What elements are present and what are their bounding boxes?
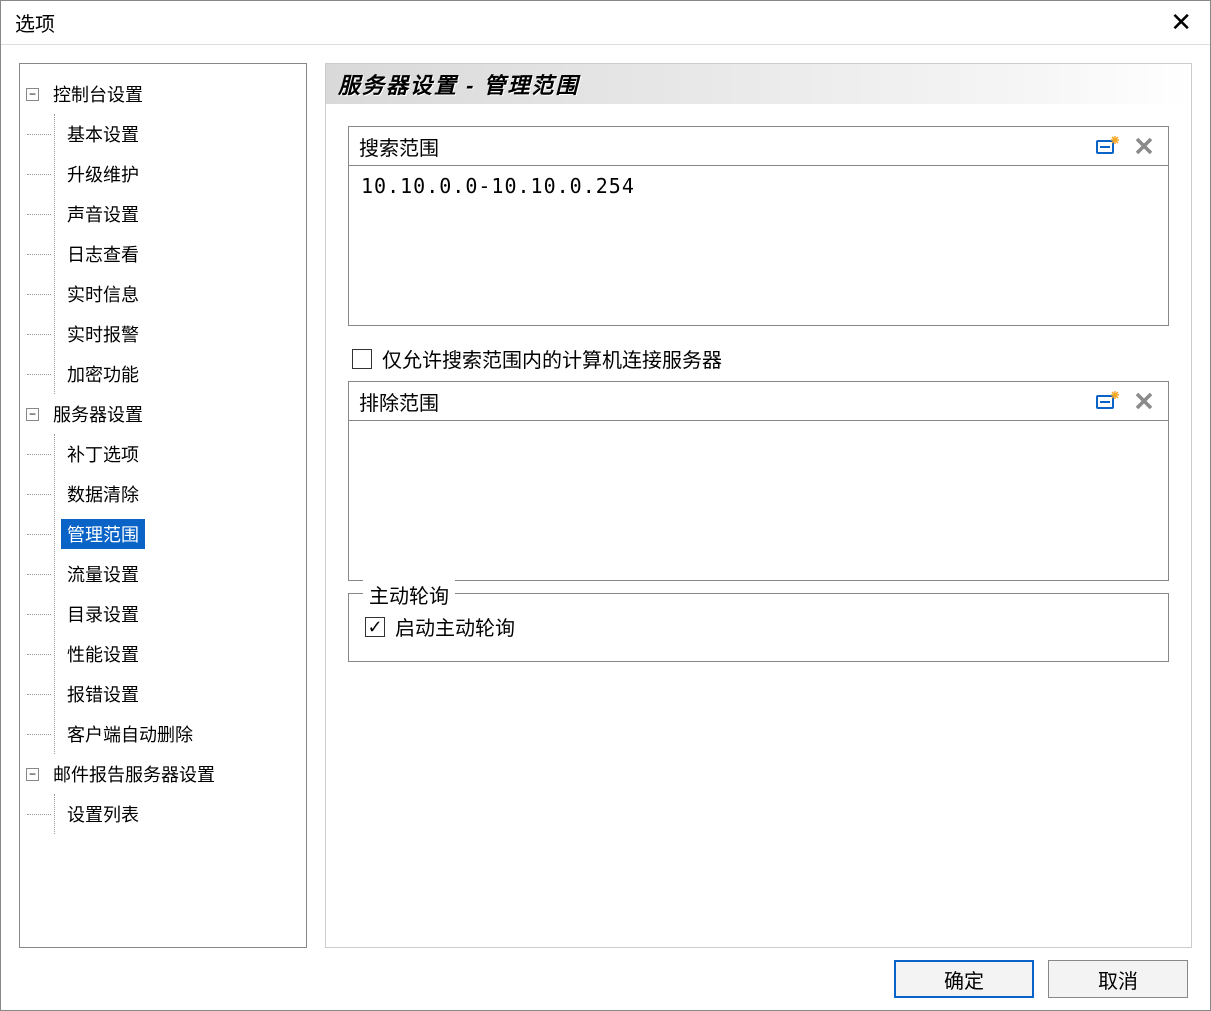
tree-item[interactable]: 客户端自动删除 — [55, 714, 300, 754]
tree-item[interactable]: 报错设置 — [55, 674, 300, 714]
tree-item[interactable]: 补丁选项 — [55, 434, 300, 474]
nav-tree: −控制台设置基本设置升级维护声音设置日志查看实时信息实时报警加密功能−服务器设置… — [19, 63, 307, 948]
options-window: 选项 ✕ −控制台设置基本设置升级维护声音设置日志查看实时信息实时报警加密功能−… — [0, 0, 1211, 1011]
search-scope-header: 搜索范围 — [348, 126, 1169, 166]
titlebar: 选项 ✕ — [1, 1, 1210, 45]
tree-item[interactable]: 目录设置 — [55, 594, 300, 634]
tree-item-label[interactable]: 报错设置 — [61, 679, 145, 709]
tree-item-label[interactable]: 补丁选项 — [61, 439, 145, 469]
tree-item-label[interactable]: 实时报警 — [61, 319, 145, 349]
list-item[interactable]: 10.10.0.0-10.10.0.254 — [361, 174, 1156, 198]
polling-legend: 主动轮询 — [363, 580, 455, 609]
tree-group[interactable]: −控制台设置 — [26, 74, 300, 114]
tree-group[interactable]: −邮件报告服务器设置 — [26, 754, 300, 794]
tree-group[interactable]: −服务器设置 — [26, 394, 300, 434]
tree-item-label[interactable]: 声音设置 — [61, 199, 145, 229]
tree-item-label[interactable]: 目录设置 — [61, 599, 145, 629]
tree-item[interactable]: 升级维护 — [55, 154, 300, 194]
collapse-icon[interactable]: − — [26, 408, 39, 421]
tree-item[interactable]: 性能设置 — [55, 634, 300, 674]
add-exclude-icon[interactable] — [1094, 387, 1122, 415]
tree-item-label[interactable]: 加密功能 — [61, 359, 145, 389]
remove-scope-icon[interactable] — [1130, 132, 1158, 160]
search-scope-label: 搜索范围 — [359, 132, 1086, 161]
collapse-icon[interactable]: − — [26, 88, 39, 101]
remove-exclude-icon[interactable] — [1130, 387, 1158, 415]
add-scope-icon[interactable] — [1094, 132, 1122, 160]
tree-item-label[interactable]: 管理范围 — [61, 519, 145, 549]
tree-item[interactable]: 管理范围 — [55, 514, 300, 554]
exclude-scope-label: 排除范围 — [359, 387, 1086, 416]
content-panel: 服务器设置 - 管理范围 搜索范围 — [325, 63, 1192, 948]
tree-group-label[interactable]: 控制台设置 — [47, 79, 149, 109]
cancel-button[interactable]: 取消 — [1048, 960, 1188, 998]
panel-body: 搜索范围 — [326, 104, 1191, 947]
tree-item-label[interactable]: 流量设置 — [61, 559, 145, 589]
tree-item[interactable]: 设置列表 — [55, 794, 300, 834]
only-allow-checkbox[interactable] — [352, 349, 372, 369]
tree-item[interactable]: 日志查看 — [55, 234, 300, 274]
tree-group-label[interactable]: 邮件报告服务器设置 — [47, 759, 221, 789]
tree-item-label[interactable]: 升级维护 — [61, 159, 145, 189]
enable-polling-row[interactable]: ✓ 启动主动轮询 — [365, 612, 1152, 641]
polling-fieldset: 主动轮询 ✓ 启动主动轮询 — [348, 593, 1169, 662]
enable-polling-checkbox[interactable]: ✓ — [365, 617, 385, 637]
tree-item[interactable]: 声音设置 — [55, 194, 300, 234]
collapse-icon[interactable]: − — [26, 768, 39, 781]
tree-item-label[interactable]: 基本设置 — [61, 119, 145, 149]
tree-item-label[interactable]: 数据清除 — [61, 479, 145, 509]
tree-item[interactable]: 流量设置 — [55, 554, 300, 594]
tree-item-label[interactable]: 客户端自动删除 — [61, 719, 199, 749]
dialog-footer: 确定 取消 — [1, 948, 1210, 1010]
tree-item[interactable]: 基本设置 — [55, 114, 300, 154]
tree-item-label[interactable]: 日志查看 — [61, 239, 145, 269]
enable-polling-label: 启动主动轮询 — [395, 612, 515, 641]
exclude-scope-list[interactable] — [348, 421, 1169, 581]
tree-item-label[interactable]: 性能设置 — [61, 639, 145, 669]
only-allow-row[interactable]: 仅允许搜索范围内的计算机连接服务器 — [352, 344, 1165, 373]
window-body: −控制台设置基本设置升级维护声音设置日志查看实时信息实时报警加密功能−服务器设置… — [1, 45, 1210, 948]
tree-item-label[interactable]: 实时信息 — [61, 279, 145, 309]
search-scope-list[interactable]: 10.10.0.0-10.10.0.254 — [348, 166, 1169, 326]
tree-item[interactable]: 实时报警 — [55, 314, 300, 354]
tree-item[interactable]: 数据清除 — [55, 474, 300, 514]
tree-group-label[interactable]: 服务器设置 — [47, 399, 149, 429]
tree-item-label[interactable]: 设置列表 — [61, 799, 145, 829]
panel-heading: 服务器设置 - 管理范围 — [326, 64, 1191, 104]
window-title: 选项 — [15, 8, 55, 37]
close-icon[interactable]: ✕ — [1166, 7, 1196, 38]
tree-item[interactable]: 实时信息 — [55, 274, 300, 314]
exclude-scope-header: 排除范围 — [348, 381, 1169, 421]
ok-button[interactable]: 确定 — [894, 960, 1034, 998]
only-allow-label: 仅允许搜索范围内的计算机连接服务器 — [382, 344, 722, 373]
tree-item[interactable]: 加密功能 — [55, 354, 300, 394]
